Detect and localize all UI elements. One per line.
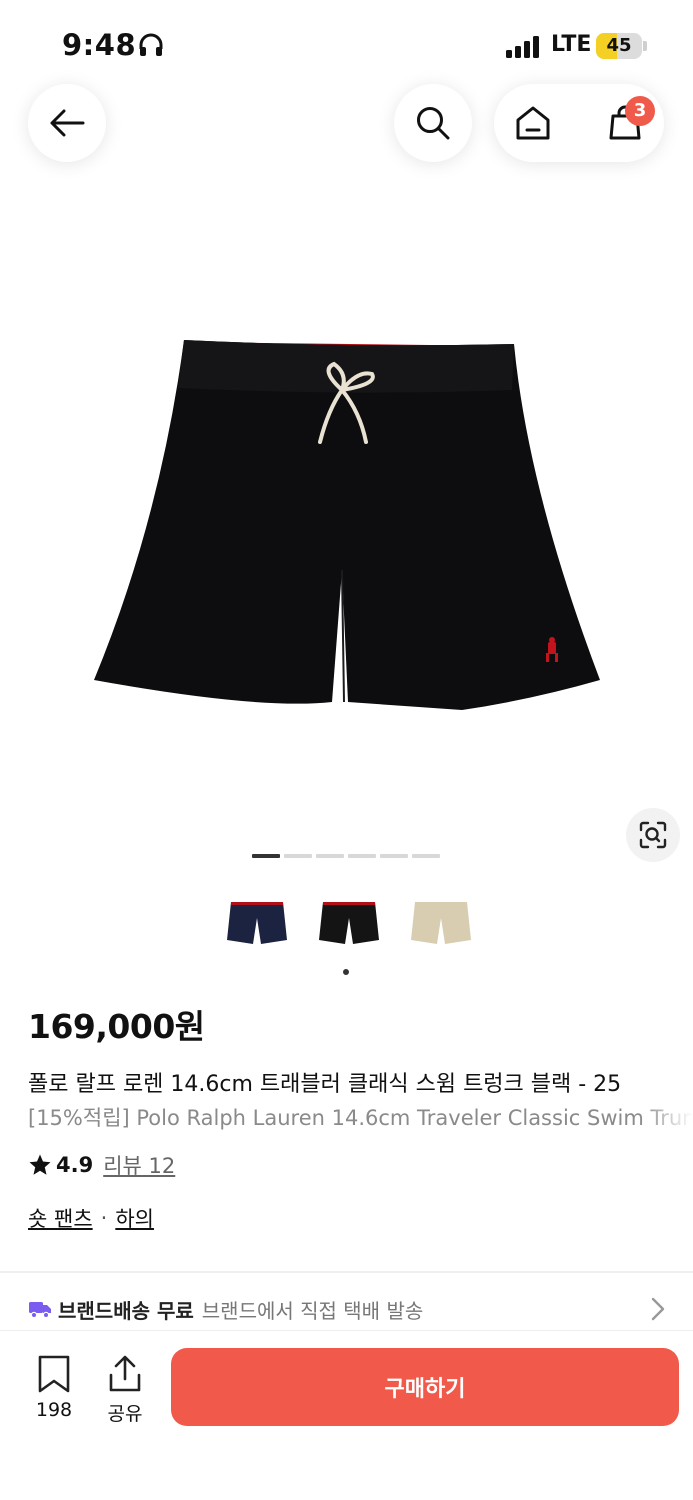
battery-icon: 45 xyxy=(596,33,648,59)
breadcrumb: 숏 팬츠 · 하의 xyxy=(28,1203,154,1233)
gallery-page-dot[interactable] xyxy=(348,854,376,858)
gallery-pager xyxy=(252,854,440,858)
status-bar: 9:48 LTE 45 xyxy=(0,0,693,80)
status-time: 9:48 xyxy=(62,28,137,62)
shipping-description: 브랜드에서 직접 택배 발송 xyxy=(201,1298,424,1323)
category-link-shorts[interactable]: 숏 팬츠 xyxy=(28,1203,93,1233)
category-link-bottoms[interactable]: 하의 xyxy=(115,1203,154,1233)
buy-button[interactable]: 구매하기 xyxy=(171,1348,679,1426)
chevron-right-icon[interactable] xyxy=(648,1297,668,1321)
bookmark-icon xyxy=(38,1355,70,1393)
truck-icon xyxy=(29,1302,51,1319)
color-swatch-navy[interactable] xyxy=(222,890,292,954)
swatch-black-image xyxy=(319,902,379,944)
gallery-page-dot[interactable] xyxy=(252,854,280,858)
back-button[interactable] xyxy=(28,84,106,162)
product-subtitle: [15%적립] Polo Ralph Lauren 14.6cm Travele… xyxy=(28,1106,693,1130)
network-type: LTE xyxy=(551,32,592,57)
product-title: 폴로 랄프 로렌 14.6cm 트래블러 클래식 스윔 트렁크 블랙 - 25 xyxy=(28,1072,622,1097)
star-icon xyxy=(29,1154,51,1175)
image-search-button[interactable] xyxy=(626,808,680,862)
arrow-left-icon xyxy=(50,109,85,137)
rating-row: 4.9 리뷰 12 xyxy=(28,1150,175,1180)
gallery-page-dot[interactable] xyxy=(412,854,440,858)
bookmark-count: 198 xyxy=(35,1399,73,1421)
gallery-page-dot[interactable] xyxy=(380,854,408,858)
rating-value: 4.9 xyxy=(56,1153,94,1177)
category-separator: · xyxy=(100,1206,108,1230)
home-button[interactable] xyxy=(504,94,562,152)
bottom-action-bar: 198 공유 구매하기 xyxy=(0,1330,693,1500)
share-button[interactable]: 공유 xyxy=(100,1355,150,1426)
product-price: 169,000원 xyxy=(28,1007,205,1046)
share-label: 공유 xyxy=(107,1403,143,1425)
color-options xyxy=(222,890,476,954)
share-icon xyxy=(109,1355,141,1392)
swatch-navy-image xyxy=(227,902,287,944)
search-icon xyxy=(417,107,450,140)
color-swatch-beige[interactable] xyxy=(406,890,476,954)
shipping-info-row[interactable]: 브랜드배송 무료 브랜드에서 직접 택배 발송 xyxy=(28,1293,668,1325)
nav-actions: 3 xyxy=(494,84,664,162)
swatch-beige-image xyxy=(411,902,471,944)
battery-level: 45 xyxy=(606,35,632,56)
swatch-indicator xyxy=(343,969,349,975)
headphones-icon xyxy=(139,33,163,56)
product-image[interactable] xyxy=(80,330,610,720)
signal-icon xyxy=(506,36,539,58)
home-icon xyxy=(516,106,550,140)
reviews-link[interactable]: 리뷰 12 xyxy=(103,1150,175,1180)
bookmark-button[interactable]: 198 xyxy=(30,1355,78,1421)
gallery-page-dot[interactable] xyxy=(284,854,312,858)
color-swatch-black[interactable] xyxy=(314,890,384,954)
search-button[interactable] xyxy=(394,84,472,162)
divider xyxy=(0,1271,693,1273)
shipping-label: 브랜드배송 무료 xyxy=(58,1298,194,1323)
image-search-icon xyxy=(639,821,667,849)
cart-count-badge: 3 xyxy=(625,96,655,126)
gallery-page-dot[interactable] xyxy=(316,854,344,858)
